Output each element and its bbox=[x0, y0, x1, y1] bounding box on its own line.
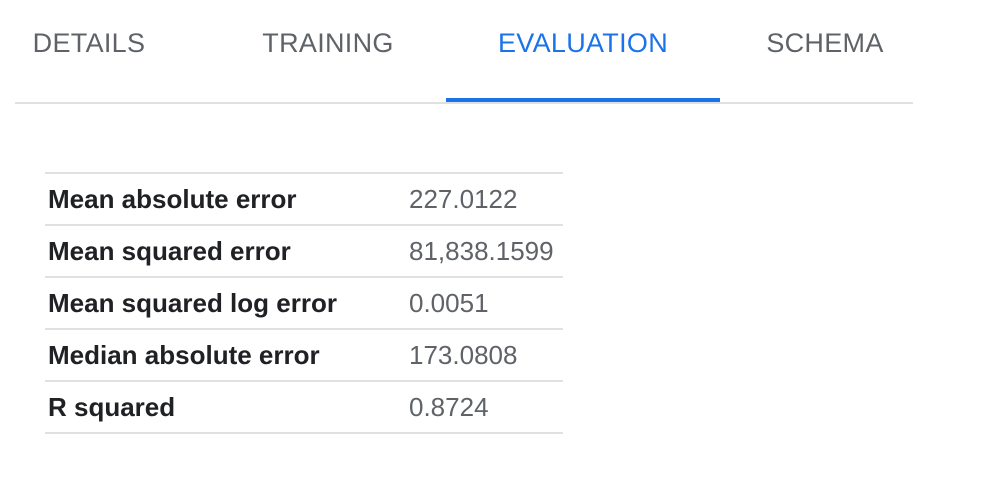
metric-name: Mean squared log error bbox=[48, 287, 337, 318]
metric-name: Mean squared error bbox=[48, 235, 291, 266]
table-row: R squared 0.8724 bbox=[45, 381, 563, 433]
tab-details[interactable]: DETAILS bbox=[15, 0, 163, 102]
table-row: Mean absolute error 227.0122 bbox=[45, 173, 563, 225]
metric-value: 173.0808 bbox=[409, 339, 518, 370]
tab-bar: DETAILS TRAINING EVALUATION SCHEMA bbox=[15, 0, 913, 104]
metric-value: 81,838.1599 bbox=[409, 235, 554, 266]
tab-schema[interactable]: SCHEMA bbox=[735, 0, 915, 102]
metric-name: Mean absolute error bbox=[48, 183, 297, 214]
active-tab-indicator bbox=[446, 98, 720, 102]
tab-schema-label: SCHEMA bbox=[766, 27, 884, 58]
tab-evaluation[interactable]: EVALUATION bbox=[446, 0, 720, 102]
tab-training[interactable]: TRAINING bbox=[223, 0, 433, 102]
table-row: Mean squared log error 0.0051 bbox=[45, 277, 563, 329]
metric-name: Median absolute error bbox=[48, 339, 320, 370]
metric-value: 0.0051 bbox=[409, 287, 489, 318]
table-row: Median absolute error 173.0808 bbox=[45, 329, 563, 381]
tab-training-label: TRAINING bbox=[262, 27, 394, 58]
metric-value: 227.0122 bbox=[409, 183, 518, 214]
evaluation-metrics-table: Mean absolute error 227.0122 Mean square… bbox=[45, 172, 563, 434]
metric-value: 0.8724 bbox=[409, 391, 489, 422]
table-row: Mean squared error 81,838.1599 bbox=[45, 225, 563, 277]
metric-name: R squared bbox=[48, 391, 176, 422]
tab-evaluation-label: EVALUATION bbox=[497, 27, 669, 58]
tab-details-label: DETAILS bbox=[32, 27, 146, 58]
